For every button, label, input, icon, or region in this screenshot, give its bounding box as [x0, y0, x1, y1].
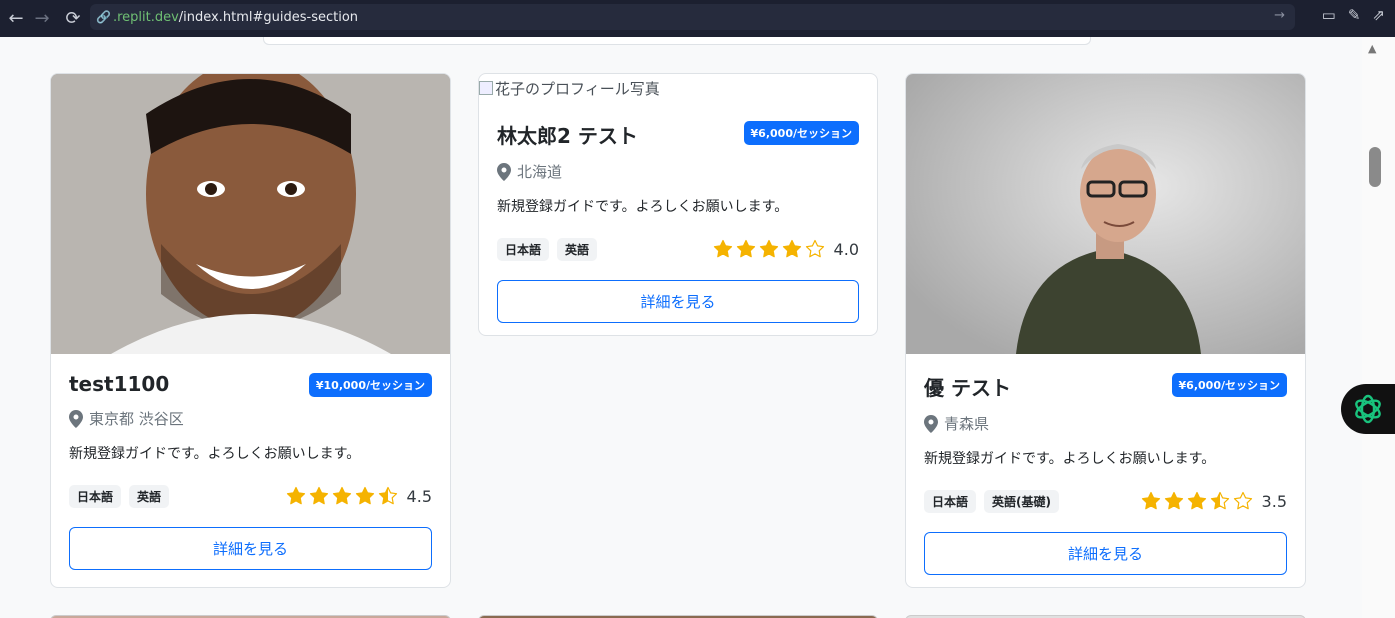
rating: 4.5: [286, 486, 432, 506]
price-badge: ¥6,000/セッション: [743, 121, 859, 145]
cast-icon[interactable]: ▭: [1322, 6, 1336, 24]
link-icon: 🔗: [96, 10, 111, 24]
price-badge: ¥6,000/セッション: [1171, 373, 1287, 397]
star-full-icon: [782, 239, 801, 258]
guide-card: test1100 ¥10,000/セッション 東京都 渋谷区 新規登録ガイドです…: [50, 73, 451, 588]
star-full-icon: [1164, 491, 1183, 510]
broken-image-icon: [479, 81, 493, 95]
guide-description: 新規登録ガイドです。よろしくお願いします。: [924, 451, 1216, 467]
wrench-icon[interactable]: ✎: [1348, 6, 1361, 24]
rating-value: 4.0: [833, 239, 859, 259]
forward-icon[interactable]: →: [26, 2, 58, 34]
scrollbar[interactable]: [1362, 37, 1395, 618]
star-full-icon: [1187, 491, 1206, 510]
star-full-icon: [1141, 491, 1160, 510]
guide-card: 優 テスト ¥6,000/セッション 青森県 新規登録ガイドです。よろしくお願い…: [905, 73, 1306, 588]
star-rating: [713, 239, 825, 259]
image-alt-text: 花子のプロフィール写真: [495, 79, 660, 98]
url-path: /index.html#guides-section: [178, 9, 359, 25]
map-pin-icon: [924, 414, 938, 433]
assistant-logo-icon: [1355, 394, 1381, 424]
location-text: 北海道: [517, 163, 563, 181]
price-badge: ¥10,000/セッション: [308, 373, 432, 397]
language-tag: 日本語: [497, 237, 550, 261]
star-full-icon: [332, 486, 351, 505]
broken-profile-image: 花子のプロフィール写真: [479, 74, 877, 102]
rating-value: 3.5: [1261, 491, 1287, 511]
view-details-button[interactable]: 詳細を見る: [69, 527, 432, 570]
star-full-icon: [286, 486, 305, 505]
reload-icon[interactable]: ⟳: [57, 2, 89, 34]
guide-description: 新規登録ガイドです。よろしくお願いします。: [497, 199, 789, 215]
rating: 3.5: [1141, 491, 1287, 511]
location: 東京都 渋谷区: [69, 408, 432, 429]
language-tag: 日本語: [69, 484, 122, 508]
language-tag: 英語: [129, 484, 170, 508]
rating-value: 4.5: [406, 486, 432, 506]
browser-toolbar: ← → ⟳ 🔗 .replit.dev /index.html#guides-s…: [0, 0, 1395, 37]
star-full-icon: [736, 239, 755, 258]
star-full-icon: [759, 239, 778, 258]
guide-description: 新規登録ガイドです。よろしくお願いします。: [69, 446, 361, 462]
star-rating: [286, 486, 398, 506]
map-pin-icon: [69, 409, 83, 428]
star-empty-icon: [805, 239, 824, 258]
scroll-thumb[interactable]: [1369, 147, 1381, 187]
address-bar[interactable]: 🔗 .replit.dev /index.html#guides-section…: [90, 4, 1295, 30]
guide-photo: [51, 74, 450, 354]
search-panel-bottom: [263, 37, 1091, 45]
star-half-icon: [1210, 491, 1229, 510]
language-tag: 英語: [557, 237, 598, 261]
map-pin-icon: [497, 162, 511, 181]
page-viewport: test1100 ¥10,000/セッション 東京都 渋谷区 新規登録ガイドです…: [0, 37, 1362, 618]
star-full-icon: [355, 486, 374, 505]
open-external-icon[interactable]: ⇗: [1372, 6, 1385, 24]
star-rating: [1141, 491, 1253, 511]
star-empty-icon: [1233, 491, 1252, 510]
star-half-icon: [378, 486, 397, 505]
ai-assistant-button[interactable]: [1341, 384, 1395, 434]
language-tag: 日本語: [924, 489, 977, 513]
guide-photo: [906, 74, 1305, 354]
url-host: .replit.dev: [112, 9, 179, 25]
view-details-button[interactable]: 詳細を見る: [497, 280, 859, 323]
star-full-icon: [309, 486, 328, 505]
view-details-button[interactable]: 詳細を見る: [924, 532, 1287, 575]
location-text: 東京都 渋谷区: [89, 410, 184, 428]
location: 青森県: [924, 413, 1287, 434]
language-tag: 英語(基礎): [984, 489, 1059, 513]
star-full-icon: [713, 239, 732, 258]
location-text: 青森県: [944, 415, 990, 433]
guide-card: 花子のプロフィール写真 林太郎2 テスト ¥6,000/セッション 北海道 新規…: [478, 73, 878, 336]
go-arrow-icon[interactable]: →: [1274, 8, 1285, 23]
rating: 4.0: [713, 239, 859, 259]
location: 北海道: [497, 161, 859, 182]
scroll-up-arrow-icon[interactable]: ▲: [1368, 42, 1376, 55]
